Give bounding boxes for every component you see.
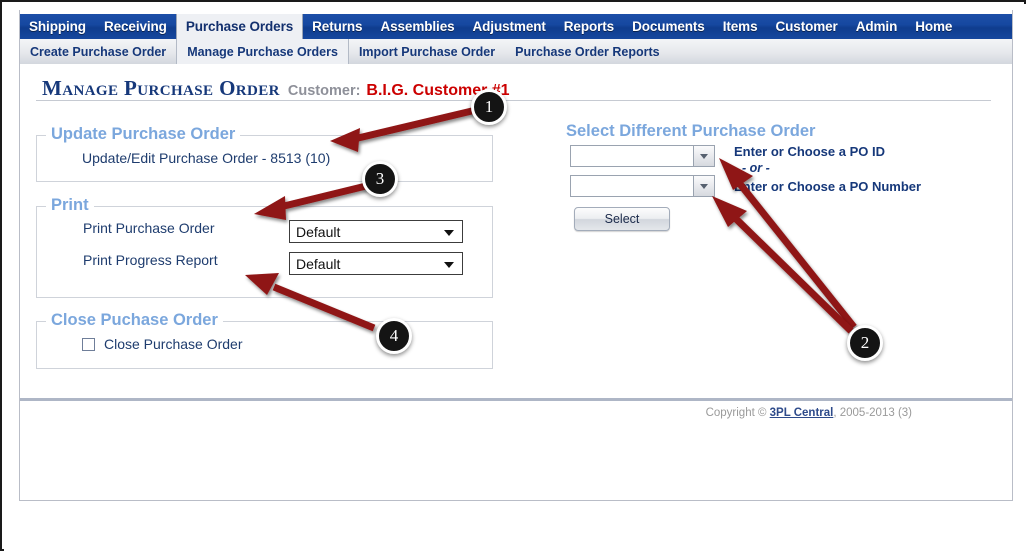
copyright-suffix: , 2005-2013 (3): [833, 407, 912, 419]
main-navigation: Shipping Receiving Purchase Orders Retur…: [20, 14, 1012, 39]
subnav-item-manage-purchase-orders[interactable]: Manage Purchase Orders: [176, 39, 349, 64]
nav-item-documents[interactable]: Documents: [623, 14, 714, 39]
po-number-hint: Enter or Choose a PO Number: [734, 179, 922, 194]
callout-badge-2: 2: [847, 325, 883, 361]
po-number-dropdown-button[interactable]: [693, 175, 715, 197]
nav-item-assemblies[interactable]: Assemblies: [371, 14, 463, 39]
print-progress-report-label: Print Progress Report: [83, 252, 218, 268]
print-progress-report-template-select[interactable]: Default: [289, 252, 463, 275]
select-button-label: Select: [604, 212, 640, 226]
chevron-down-icon: [444, 261, 454, 268]
print-section: Print Print Purchase Order Default Print…: [36, 196, 493, 298]
print-legend: Print: [46, 196, 94, 215]
print-purchase-order-template-value: Default: [296, 223, 341, 240]
subnav-item-import-purchase-order[interactable]: Import Purchase Order: [349, 39, 505, 64]
nav-item-adjustment[interactable]: Adjustment: [464, 14, 555, 39]
update-edit-purchase-order-link[interactable]: Update/Edit Purchase Order - 8513 (10): [82, 150, 330, 166]
sub-navigation: Create Purchase Order Manage Purchase Or…: [20, 39, 1012, 64]
po-number-combo[interactable]: [570, 175, 715, 197]
callout-badge-number: 2: [860, 333, 870, 352]
callout-badge-1: 1: [471, 89, 507, 125]
nav-item-label: Assemblies: [380, 19, 455, 34]
print-progress-report-template-value: Default: [296, 255, 341, 272]
subnav-item-create-purchase-order[interactable]: Create Purchase Order: [20, 39, 176, 64]
callout-badge-number: 4: [389, 326, 399, 345]
footer-copyright: Copyright © 3PL Central, 2005-2013 (3): [20, 407, 912, 419]
nav-item-label: Purchase Orders: [185, 19, 294, 34]
callout-badge-3: 3: [362, 161, 398, 197]
nav-item-label: Shipping: [29, 19, 86, 34]
nav-item-label: Returns: [312, 19, 363, 34]
close-purchase-order-section: Close Puchase Order Close Purchase Order: [36, 311, 493, 369]
header-divider: [36, 100, 991, 101]
nav-item-label: Receiving: [103, 19, 167, 34]
nav-item-home[interactable]: Home: [906, 14, 961, 39]
subnav-item-label: Manage Purchase Orders: [187, 44, 338, 59]
update-purchase-order-legend: Update Purchase Order: [46, 125, 241, 144]
chevron-down-icon: [700, 153, 708, 159]
po-id-combo[interactable]: [570, 145, 715, 167]
print-purchase-order-label: Print Purchase Order: [83, 220, 215, 236]
content-bottom-divider: [20, 398, 1012, 401]
page-header: Manage Purchase Order Customer: B.I.G. C…: [42, 76, 510, 101]
subnav-item-label: Purchase Order Reports: [515, 44, 660, 59]
close-purchase-order-checkbox-label: Close Purchase Order: [104, 336, 243, 352]
nav-item-customer[interactable]: Customer: [767, 14, 847, 39]
nav-item-receiving[interactable]: Receiving: [95, 14, 176, 39]
chevron-down-icon: [700, 183, 708, 189]
subnav-item-purchase-order-reports[interactable]: Purchase Order Reports: [505, 39, 670, 64]
po-id-hint: Enter or Choose a PO ID: [734, 144, 885, 159]
nav-item-label: Admin: [855, 19, 898, 34]
callout-badge-number: 1: [484, 97, 494, 116]
subnav-item-label: Import Purchase Order: [358, 44, 496, 59]
bottom-rule: [19, 500, 1013, 501]
callout-badge-number: 3: [375, 169, 385, 188]
chevron-down-icon: [444, 229, 454, 236]
nav-item-admin[interactable]: Admin: [847, 14, 907, 39]
nav-item-purchase-orders[interactable]: Purchase Orders: [175, 14, 304, 39]
select-different-purchase-order-title: Select Different Purchase Order: [566, 122, 816, 140]
or-separator: - or -: [742, 161, 770, 175]
close-purchase-order-legend: Close Puchase Order: [46, 311, 223, 330]
nav-item-label: Adjustment: [472, 19, 546, 34]
nav-item-reports[interactable]: Reports: [555, 14, 623, 39]
close-purchase-order-checkbox[interactable]: [82, 337, 95, 351]
left-rule: [19, 10, 20, 501]
callout-badge-4: 4: [376, 318, 412, 354]
customer-label: Customer:: [287, 83, 361, 99]
print-purchase-order-template-select[interactable]: Default: [289, 220, 463, 243]
nav-item-label: Reports: [563, 19, 615, 34]
subnav-item-label: Create Purchase Order: [30, 44, 167, 59]
select-button[interactable]: Select: [574, 207, 670, 231]
right-rule: [1012, 10, 1013, 501]
nav-item-items[interactable]: Items: [714, 14, 767, 39]
nav-item-shipping[interactable]: Shipping: [20, 14, 95, 39]
nav-item-label: Home: [915, 19, 953, 34]
update-purchase-order-section: Update Purchase Order Update/Edit Purcha…: [36, 125, 493, 182]
copyright-prefix: Copyright ©: [705, 407, 770, 419]
nav-item-label: Items: [722, 19, 758, 34]
page-frame: Shipping Receiving Purchase Orders Retur…: [0, 0, 1026, 551]
nav-item-returns[interactable]: Returns: [303, 14, 371, 39]
page-title: Manage Purchase Order: [42, 76, 280, 100]
3pl-central-link[interactable]: 3PL Central: [770, 407, 834, 419]
select-different-purchase-order-panel: Select Different Purchase Order Enter or…: [566, 122, 921, 231]
nav-item-label: Documents: [632, 19, 705, 34]
po-id-dropdown-button[interactable]: [693, 145, 715, 167]
nav-item-label: Customer: [775, 19, 838, 34]
